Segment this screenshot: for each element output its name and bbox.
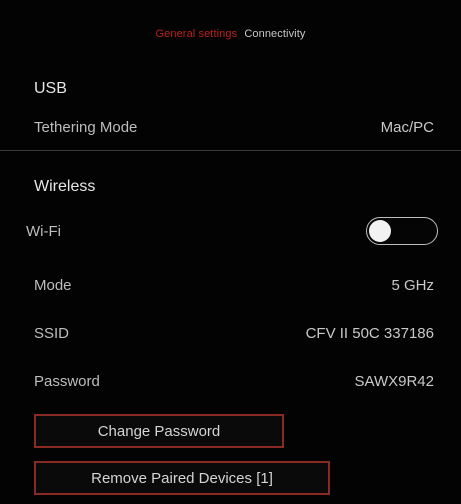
- remove-paired-devices-button[interactable]: Remove Paired Devices [1]: [34, 461, 330, 495]
- wifi-label: Wi-Fi: [26, 222, 61, 240]
- breadcrumb-parent[interactable]: General settings: [156, 28, 238, 40]
- mode-label: Mode: [34, 276, 72, 294]
- section-divider: [0, 150, 461, 151]
- mode-row[interactable]: Mode 5 GHz: [34, 273, 434, 297]
- tethering-mode-value: Mac/PC: [380, 118, 434, 136]
- wifi-toggle[interactable]: [366, 217, 438, 245]
- breadcrumb: General settings Connectivity: [0, 28, 461, 40]
- wireless-section-heading: Wireless: [34, 178, 96, 195]
- tethering-mode-row[interactable]: Tethering Mode Mac/PC: [34, 115, 434, 139]
- mode-value: 5 GHz: [391, 276, 434, 294]
- change-password-button[interactable]: Change Password: [34, 414, 284, 448]
- password-row: Password SAWX9R42: [34, 369, 434, 393]
- usb-section-heading: USB: [34, 80, 67, 97]
- password-label: Password: [34, 372, 100, 390]
- wifi-toggle-knob: [369, 220, 391, 242]
- ssid-value: CFV II 50C 337186: [305, 324, 434, 342]
- tethering-mode-label: Tethering Mode: [34, 118, 138, 136]
- password-value: SAWX9R42: [354, 372, 434, 390]
- connectivity-screen: General settings Connectivity USB Tether…: [0, 0, 461, 504]
- ssid-label: SSID: [34, 324, 70, 342]
- breadcrumb-current: Connectivity: [244, 28, 306, 40]
- ssid-row: SSID CFV II 50C 337186: [34, 321, 434, 345]
- wifi-row: Wi-Fi: [26, 216, 438, 246]
